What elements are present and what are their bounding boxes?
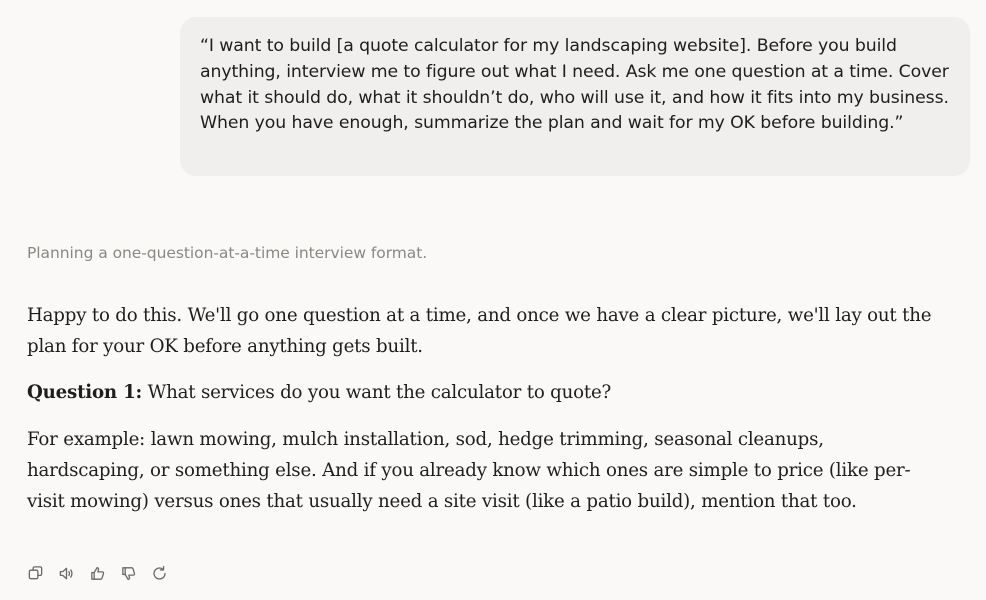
retry-button[interactable] xyxy=(148,562,170,584)
thumbs-up-button[interactable] xyxy=(86,562,108,584)
thinking-summary[interactable]: Planning a one-question-at-a-time interv… xyxy=(27,244,427,262)
speaker-icon xyxy=(59,567,73,579)
assistant-intro-paragraph: Happy to do this. We'll go one question … xyxy=(27,305,932,357)
user-message-text: “I want to build [a quote calculator for… xyxy=(200,36,949,134)
user-message-bubble: “I want to build [a quote calculator for… xyxy=(180,17,970,176)
question-text: What services do you want the calculator… xyxy=(142,382,612,403)
message-actions-bar xyxy=(24,562,170,584)
thumbs-up-icon xyxy=(90,566,104,580)
copy-icon xyxy=(28,565,42,579)
retry-icon xyxy=(152,565,166,580)
assistant-question-paragraph: Question 1: What services do you want th… xyxy=(27,377,947,408)
thumbs-down-button[interactable] xyxy=(117,562,139,584)
read-aloud-button[interactable] xyxy=(55,562,77,584)
thumbs-down-icon xyxy=(121,566,135,580)
copy-button[interactable] xyxy=(24,562,46,584)
question-label: Question 1: xyxy=(27,382,143,403)
assistant-example-paragraph: For example: lawn mowing, mulch installa… xyxy=(27,429,911,512)
